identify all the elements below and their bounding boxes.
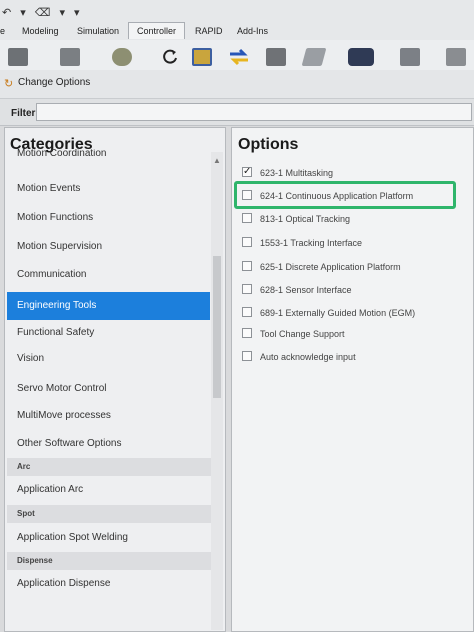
category-item-motion-supervision[interactable]: Motion Supervision xyxy=(7,235,210,259)
categories-panel: Categories Motion Coordination Motion Ev… xyxy=(4,127,226,632)
category-item-application-arc[interactable]: Application Arc xyxy=(7,478,210,502)
option-label: 624-1 Continuous Application Platform xyxy=(260,191,414,201)
category-item-engineering-tools[interactable]: Engineering Tools xyxy=(7,292,210,320)
restart-icon[interactable] xyxy=(160,48,180,66)
category-section-arc: Arc xyxy=(7,458,215,476)
option-checkbox[interactable] xyxy=(242,190,252,200)
option-checkbox[interactable] xyxy=(242,237,252,247)
settings-icon[interactable] xyxy=(446,48,466,66)
option-checkbox[interactable] xyxy=(242,328,252,338)
tab-file[interactable]: e xyxy=(0,26,5,36)
option-label: 813-1 Optical Tracking xyxy=(260,214,351,224)
category-item-functional-safety[interactable]: Functional Safety xyxy=(7,321,210,345)
filter-label: Filter xyxy=(11,108,36,119)
category-item-application-dispense[interactable]: Application Dispense xyxy=(7,572,210,596)
controller-2-icon[interactable] xyxy=(60,48,80,66)
flexpendant-icon[interactable] xyxy=(348,48,374,66)
option-label: 628-1 Sensor Interface xyxy=(260,285,352,295)
option-checkbox[interactable] xyxy=(242,165,252,179)
backup-icon[interactable] xyxy=(192,48,212,66)
option-checkbox[interactable] xyxy=(242,261,252,271)
option-label: 1553-1 Tracking Interface xyxy=(260,238,363,248)
category-item-communication[interactable]: Communication xyxy=(7,263,210,287)
option-label: 689-1 Externally Guided Motion (EGM) xyxy=(260,308,416,318)
scrollbar-thumb[interactable] xyxy=(213,256,221,398)
category-item-other-software-options[interactable]: Other Software Options xyxy=(7,432,210,456)
category-item-multimove-processes[interactable]: MultiMove processes xyxy=(7,404,210,428)
category-section-dispense: Dispense xyxy=(7,552,215,570)
category-item-motion-events[interactable]: Motion Events xyxy=(7,177,210,201)
controller-icon[interactable] xyxy=(8,48,28,66)
categories-scrollbar[interactable]: ▲ xyxy=(211,152,223,630)
tab-controller[interactable]: Controller xyxy=(128,22,186,39)
filter-row: Filter xyxy=(0,99,474,126)
ribbon-menubar: ↶ ▾ ⌫ ▾ ▾ e Modeling Simulation Controll… xyxy=(0,0,474,41)
options-title: Options xyxy=(238,136,299,153)
quick-access-toolbar[interactable]: ↶ ▾ ⌫ ▾ ▾ xyxy=(2,6,83,19)
option-label: 625-1 Discrete Application Platform xyxy=(260,262,401,272)
change-options-icon: ↻ xyxy=(4,78,14,90)
properties-icon[interactable] xyxy=(266,48,286,66)
ribbon-toolbar xyxy=(0,40,474,71)
change-options-header: ↻ Change Options xyxy=(0,70,474,99)
tab-modeling[interactable]: Modeling xyxy=(22,26,59,36)
option-label: Auto acknowledge input xyxy=(260,352,356,362)
scroll-up-icon[interactable]: ▲ xyxy=(213,156,221,165)
category-item-vision[interactable]: Vision xyxy=(7,347,210,371)
option-label: 623-1 Multitasking xyxy=(260,168,334,178)
users-icon[interactable] xyxy=(112,48,132,66)
tab-add-ins[interactable]: Add-Ins xyxy=(237,26,268,36)
option-checkbox[interactable] xyxy=(242,351,252,361)
installation-icon[interactable] xyxy=(301,48,327,66)
category-section-spot: Spot xyxy=(7,505,215,523)
category-item-motion-coordination[interactable]: Motion Coordination xyxy=(7,149,210,165)
options-panel: Options 623-1 Multitasking 624-1 Continu… xyxy=(231,127,474,632)
tab-rapid[interactable]: RAPID xyxy=(195,26,223,36)
option-checkbox[interactable] xyxy=(242,284,252,294)
category-item-application-spot-welding[interactable]: Application Spot Welding xyxy=(7,526,210,550)
option-checkbox[interactable] xyxy=(242,213,252,223)
tools-icon[interactable] xyxy=(400,48,420,66)
tab-simulation[interactable]: Simulation xyxy=(77,26,119,36)
option-checkbox[interactable] xyxy=(242,307,252,317)
page-title: Change Options xyxy=(18,77,91,88)
option-label: Tool Change Support xyxy=(260,329,345,339)
transfer-icon[interactable] xyxy=(228,48,248,66)
category-item-servo-motor-control[interactable]: Servo Motor Control xyxy=(7,377,210,401)
filter-input[interactable] xyxy=(36,103,472,121)
category-item-motion-functions[interactable]: Motion Functions xyxy=(7,206,210,230)
